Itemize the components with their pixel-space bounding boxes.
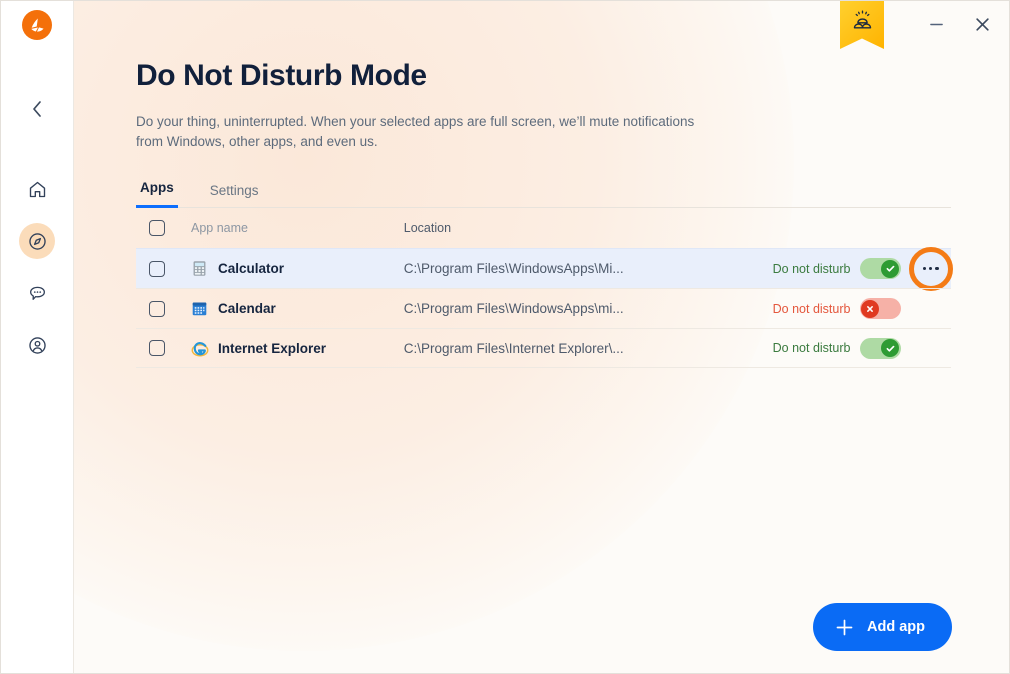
column-header-app-name: App name [191,221,248,235]
chat-bubble-icon [29,286,45,300]
row-more-cell [911,331,951,365]
page-title: Do Not Disturb Mode [136,59,427,92]
sidebar-nav [19,171,55,363]
row-toggle-cell [850,298,910,319]
row-app-name: Calendar [218,301,276,316]
back-button[interactable] [19,91,55,127]
select-all-checkbox[interactable] [149,220,165,236]
tab-settings[interactable]: Settings [206,183,263,208]
toggle-knob-check-icon [881,259,900,278]
do-not-disturb-toggle[interactable] [859,337,901,359]
minimize-icon [929,23,943,25]
apps-table: App name Location Calculator C:\Program … [136,208,953,368]
compass-icon [28,232,46,250]
sidebar-item-messages[interactable] [19,275,55,311]
sidebar-item-account[interactable] [19,327,55,363]
close-button[interactable] [962,1,1002,47]
main-content: Do Not Disturb Mode Do your thing, unint… [74,1,1009,673]
sidebar [1,1,74,673]
account-circle-icon [28,336,46,354]
app-window: Do Not Disturb Mode Do your thing, unint… [0,0,1010,674]
sidebar-item-explore[interactable] [19,223,55,259]
toggle-knob-cross-icon [861,299,880,318]
more-dot-icon [929,266,933,271]
row-toggle-cell [850,258,910,279]
tab-bar: Apps Settings [136,179,951,208]
row-more-cell [908,246,953,291]
row-status-label: Do not disturb [772,261,851,276]
row-location: C:\Program Files\Internet Explorer\... [403,340,624,356]
do-not-disturb-toggle[interactable] [859,258,901,279]
row-more-options-button[interactable] [914,252,948,286]
toggle-knob-check-icon [881,339,900,357]
row-app-cell: Calculator [165,260,404,277]
close-icon [975,17,989,31]
premium-badge-icon[interactable] [840,1,884,49]
row-more-cell [911,292,951,326]
page-subtitle: Do your thing, uninterrupted. When your … [136,114,695,149]
row-toggle-cell [850,337,910,359]
app-logo-icon [22,10,52,40]
sidebar-item-home[interactable] [19,171,55,207]
row-status-label: Do not disturb [772,301,851,316]
table-row[interactable]: Calendar C:\Program Files\WindowsApps\mi… [136,288,951,328]
row-status-label: Do not disturb [772,341,851,355]
add-app-label: Add app [867,619,925,635]
table-row[interactable]: Internet Explorer C:\Program Files\Inter… [136,328,951,368]
row-checkbox[interactable] [149,340,165,356]
page-body: Do Not Disturb Mode Do your thing, unint… [74,59,1009,673]
add-app-button[interactable]: Add app [813,603,952,651]
row-location: C:\Program Files\WindowsApps\mi... [403,301,624,316]
minimize-button[interactable] [916,1,956,47]
row-app-name: Calculator [218,261,285,276]
row-checkbox[interactable] [149,300,165,317]
plus-icon [836,619,853,635]
column-header-location: Location [403,221,452,235]
do-not-disturb-toggle[interactable] [859,298,901,319]
tab-apps[interactable]: Apps [136,180,178,208]
home-icon [29,181,45,197]
table-header-row: App name Location [136,208,951,248]
more-dot-icon [935,266,939,271]
internet-explorer-app-icon [191,340,209,357]
table-row[interactable]: Calculator C:\Program Files\WindowsApps\… [136,246,953,291]
calculator-app-icon [191,260,208,277]
row-app-cell: Internet Explorer [165,340,404,357]
row-app-cell: Calendar [165,300,404,317]
calendar-app-icon [191,300,208,317]
row-location: C:\Program Files\WindowsApps\Mi... [403,261,624,276]
more-dot-icon [922,266,927,271]
window-controls [840,1,1009,57]
row-app-name: Internet Explorer [218,340,327,356]
row-checkbox[interactable] [149,260,165,277]
